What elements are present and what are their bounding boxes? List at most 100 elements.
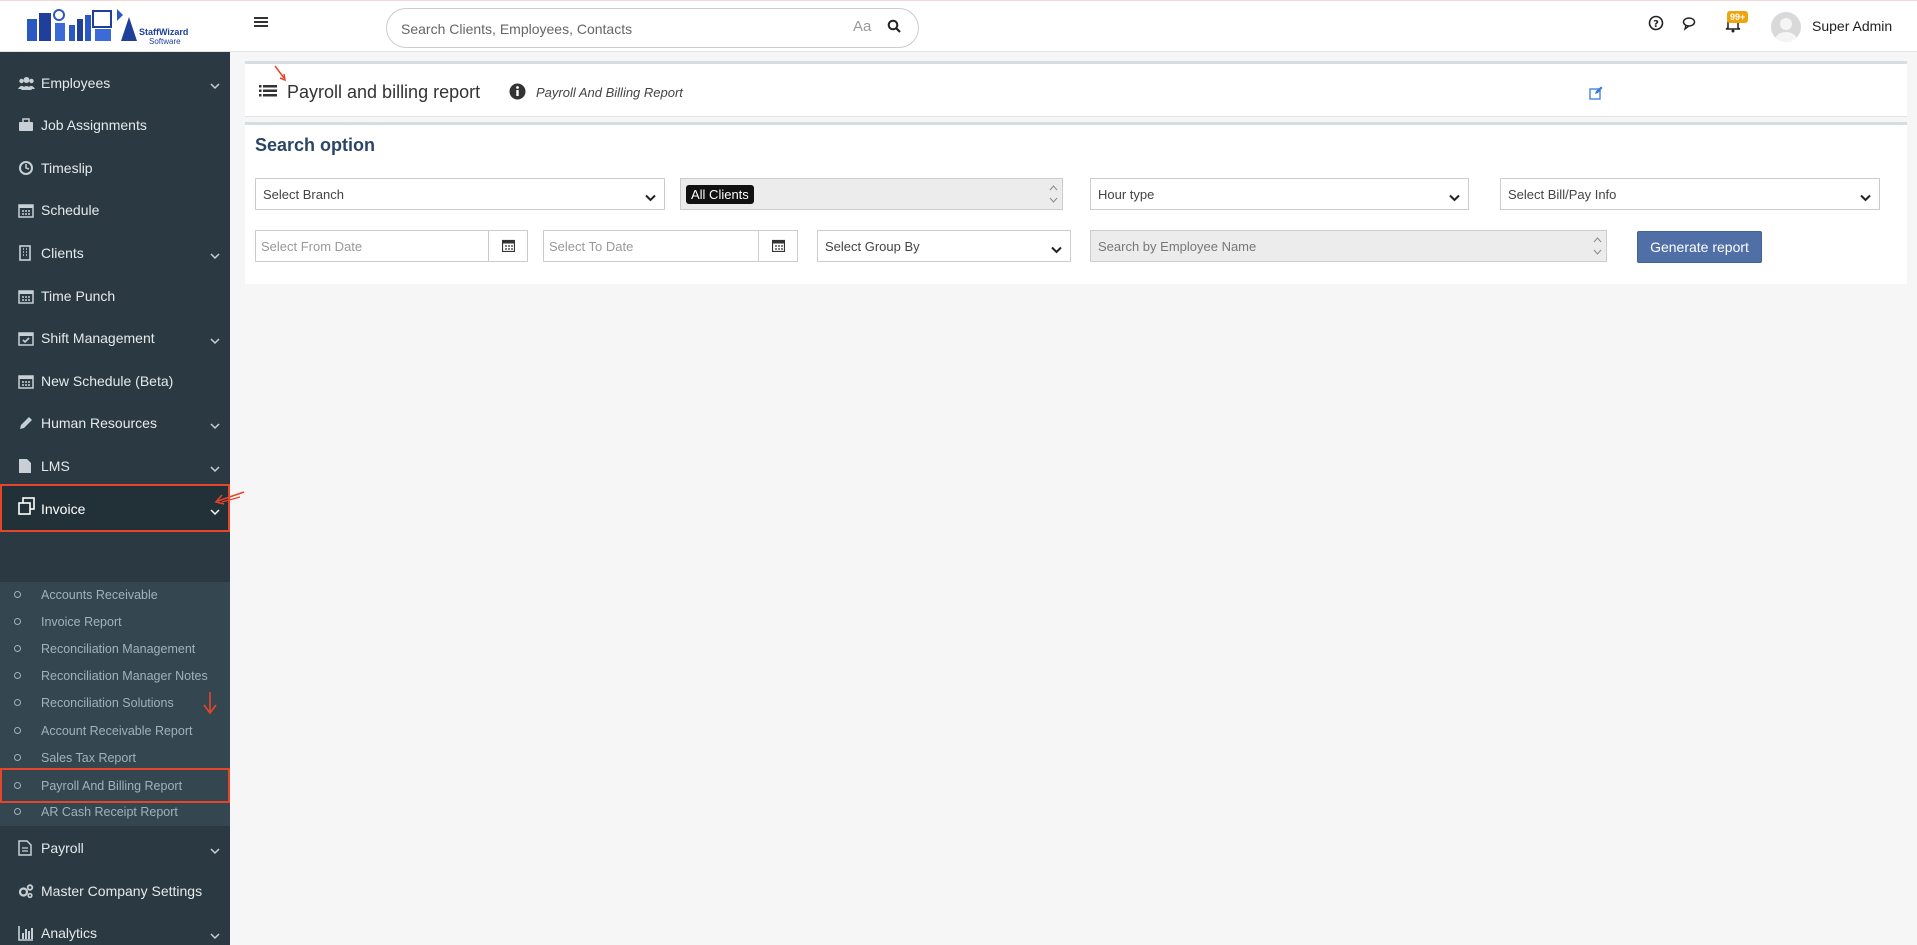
scroll-arrows-icon[interactable] <box>1593 235 1602 257</box>
generate-report-button[interactable]: Generate report <box>1637 231 1762 263</box>
document-icon <box>18 840 34 856</box>
submenu-item-invoice-report[interactable]: Invoice Report <box>0 609 230 636</box>
to-date-placeholder: Select To Date <box>549 239 634 254</box>
calendar-icon <box>18 373 34 389</box>
submenu-item-label: Reconciliation Management <box>41 642 196 656</box>
bill-pay-info-select[interactable]: Select Bill/Pay Info <box>1500 178 1880 210</box>
sidebar: Employees Job Assignments Timeslip Sched… <box>0 52 230 945</box>
chevron-down-icon <box>1860 190 1871 202</box>
sidebar-item-clients[interactable]: Clients <box>0 232 230 274</box>
sidebar-item-timeslip[interactable]: Timeslip <box>0 147 230 189</box>
chevron-down-icon <box>210 247 220 260</box>
sidebar-item-schedule[interactable]: Schedule <box>0 189 230 231</box>
search-options-panel: Search option Select Branch All Clients … <box>245 122 1907 284</box>
briefcase-icon <box>18 117 34 133</box>
sidebar-item-label: LMS <box>41 458 70 474</box>
sidebar-item-label: Analytics <box>41 925 98 941</box>
sidebar-item-label: Payroll <box>41 840 84 856</box>
submenu-item-label: Sales Tax Report <box>41 751 136 765</box>
sidebar-item-new-schedule[interactable]: New Schedule (Beta) <box>0 360 230 402</box>
to-date-field[interactable]: Select To Date <box>543 230 798 262</box>
bullet-icon <box>14 808 21 815</box>
top-bar: StaffWizard Software Aa ? 99+ Super Admi… <box>0 0 1917 52</box>
list-icon <box>259 84 277 98</box>
clock-icon <box>18 160 34 176</box>
sidebar-item-job-assignments[interactable]: Job Assignments <box>0 104 230 146</box>
calendar-icon[interactable] <box>758 231 797 261</box>
chevron-down-icon <box>210 842 220 855</box>
match-case-toggle[interactable]: Aa <box>853 18 871 35</box>
annotation-arrow-icon <box>214 491 245 505</box>
bullet-icon <box>14 645 21 652</box>
scroll-arrows-icon[interactable] <box>1049 183 1058 205</box>
sidebar-item-master-company-settings[interactable]: Master Company Settings <box>0 870 230 912</box>
copy-icon <box>18 497 35 515</box>
bar-chart-icon <box>18 925 34 941</box>
calendar-check-icon <box>18 330 34 346</box>
submenu-item-reconciliation-solutions[interactable]: Reconciliation Solutions <box>0 690 230 717</box>
svg-text:?: ? <box>1653 19 1659 30</box>
sidebar-item-label: Human Resources <box>41 415 157 431</box>
search-icon[interactable] <box>887 19 907 39</box>
section-title: Search option <box>255 135 376 155</box>
edit-icon[interactable] <box>1589 86 1603 100</box>
chat-icon[interactable] <box>1682 15 1698 39</box>
clients-tag[interactable]: All Clients <box>686 185 754 204</box>
hour-type-select[interactable]: Hour type <box>1090 178 1469 210</box>
sidebar-item-time-punch[interactable]: Time Punch <box>0 275 230 317</box>
submenu-item-reconciliation-manager-notes[interactable]: Reconciliation Manager Notes <box>0 663 230 690</box>
from-date-field[interactable]: Select From Date <box>255 230 528 262</box>
group-by-select-value: Select Group By <box>825 239 920 254</box>
sidebar-item-lms[interactable]: LMS <box>0 445 230 487</box>
user-name[interactable]: Super Admin <box>1812 18 1892 34</box>
submenu-item-payroll-and-billing-report[interactable]: Payroll And Billing Report <box>0 768 230 803</box>
employee-name-placeholder: Search by Employee Name <box>1098 239 1257 254</box>
sidebar-item-payroll[interactable]: Payroll <box>0 827 230 869</box>
global-search: Aa <box>386 8 919 48</box>
help-icon[interactable]: ? <box>1648 15 1664 39</box>
chevron-down-icon <box>210 927 220 940</box>
sidebar-item-label: Time Punch <box>41 288 116 304</box>
clients-multiselect[interactable]: All Clients <box>680 178 1063 210</box>
sidebar-item-analytics[interactable]: Analytics <box>0 912 230 945</box>
sidebar-item-label: Clients <box>41 245 84 261</box>
bullet-icon <box>14 591 21 598</box>
submenu-item-accounts-receivable[interactable]: Accounts Receivable <box>0 582 230 609</box>
submenu-item-account-receivable-report[interactable]: Account Receivable Report <box>0 718 230 745</box>
hour-type-select-value: Hour type <box>1098 187 1155 202</box>
sidebar-item-human-resources[interactable]: Human Resources <box>0 402 230 444</box>
sidebar-item-employees[interactable]: Employees <box>0 62 230 104</box>
chevron-down-icon <box>210 417 220 430</box>
submenu-item-reconciliation-management[interactable]: Reconciliation Management <box>0 636 230 663</box>
from-date-placeholder: Select From Date <box>261 239 363 254</box>
sidebar-item-label: Job Assignments <box>41 117 147 133</box>
avatar[interactable] <box>1771 12 1801 42</box>
submenu-item-label: Reconciliation Solutions <box>41 696 174 710</box>
chevron-down-icon <box>210 77 220 90</box>
sidebar-item-label: Invoice <box>41 501 86 517</box>
calendar-icon[interactable] <box>488 231 527 261</box>
annotation-arrow-icon <box>274 65 286 82</box>
page-header: Payroll and billing report Payroll And B… <box>245 61 1907 117</box>
pencil-icon <box>18 415 34 431</box>
employee-name-search[interactable]: Search by Employee Name <box>1090 230 1607 262</box>
branch-select[interactable]: Select Branch <box>255 178 665 210</box>
company-logo[interactable]: StaffWizard Software <box>25 5 205 49</box>
sidebar-item-label: Schedule <box>41 202 100 218</box>
submenu-item-ar-cash-receipt-report[interactable]: AR Cash Receipt Report <box>0 799 230 826</box>
chevron-down-icon <box>1449 190 1460 202</box>
branch-select-value: Select Branch <box>263 187 344 202</box>
bullet-icon <box>14 618 21 625</box>
group-by-select[interactable]: Select Group By <box>817 230 1071 262</box>
sidebar-item-label: Employees <box>41 75 111 91</box>
calendar-icon <box>18 288 34 304</box>
logo-text: StaffWizard <box>139 27 188 37</box>
logo-subtext: Software <box>149 37 181 46</box>
sidebar-item-shift-management[interactable]: Shift Management <box>0 317 230 359</box>
sidebar-item-label: New Schedule (Beta) <box>41 373 174 389</box>
menu-toggle-icon[interactable] <box>253 15 269 35</box>
global-search-input[interactable] <box>401 18 841 40</box>
sidebar-item-invoice[interactable]: Invoice <box>0 484 230 532</box>
chevron-down-icon <box>1051 242 1062 254</box>
info-icon[interactable] <box>509 83 526 100</box>
